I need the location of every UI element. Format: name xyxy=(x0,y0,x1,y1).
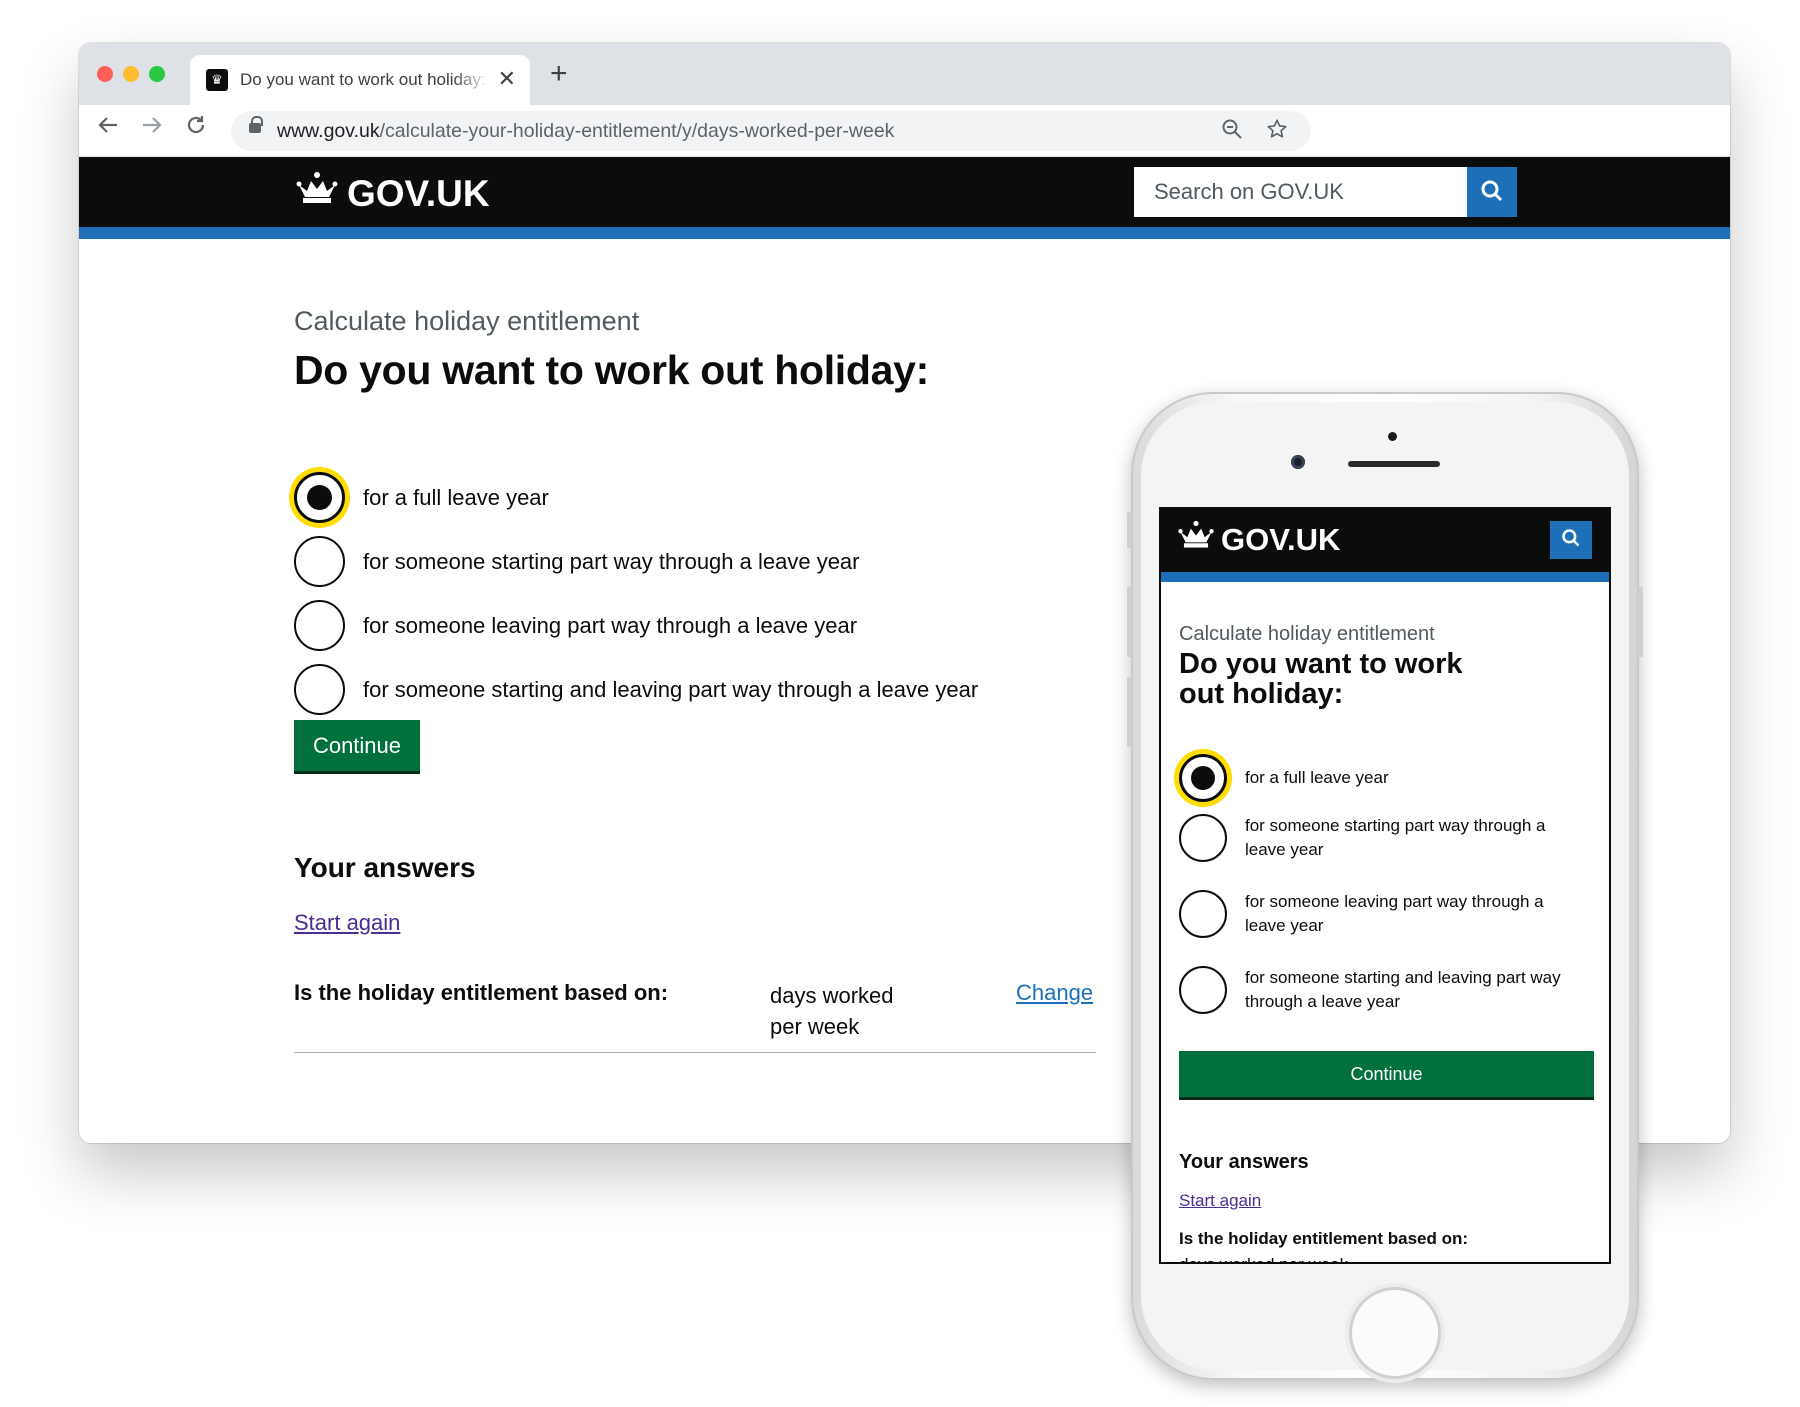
volume-up-button xyxy=(1127,587,1132,657)
radio-label[interactable]: for a full leave year xyxy=(363,485,549,511)
mobile-radio-option-starting[interactable]: for someone starting part way through a … xyxy=(1179,814,1575,862)
mute-switch xyxy=(1127,512,1132,548)
phone-screen: GOV.UK Calculate holiday entitlement Do … xyxy=(1159,507,1611,1264)
tab-title: Do you want to work out holiday: - Calcu… xyxy=(240,70,490,89)
crown-favicon-icon: ♛ xyxy=(206,69,228,91)
page-title: Do you want to work out holiday: xyxy=(294,347,929,393)
mobile-page-caption: Calculate holiday entitlement xyxy=(1179,623,1435,645)
new-tab-button[interactable]: + xyxy=(550,59,568,89)
page-caption: Calculate holiday entitlement xyxy=(294,306,640,336)
radio-button-checked[interactable] xyxy=(294,472,345,523)
mobile-govuk-header: GOV.UK xyxy=(1161,509,1609,572)
govuk-header: GOV.UK xyxy=(79,157,1730,227)
logo-text: GOV.UK xyxy=(1221,521,1341,557)
radio-label[interactable]: for someone leaving part way through a l… xyxy=(1245,890,1575,938)
radio-option-starting[interactable]: for someone starting part way through a … xyxy=(294,536,860,587)
radio-label[interactable]: for someone starting part way through a … xyxy=(1245,814,1575,862)
bookmark-star-icon[interactable] xyxy=(1266,118,1288,146)
radio-button[interactable] xyxy=(294,600,345,651)
mobile-search-toggle[interactable] xyxy=(1550,521,1592,559)
mobile-page-title: Do you want to work out holiday: xyxy=(1179,648,1463,710)
radio-label[interactable]: for someone starting and leaving part wa… xyxy=(1245,966,1575,1014)
mobile-continue-button[interactable]: Continue xyxy=(1179,1051,1594,1097)
mobile-govuk-logo-link[interactable]: GOV.UK xyxy=(1177,520,1340,559)
proximity-sensor xyxy=(1388,432,1397,441)
radio-button[interactable] xyxy=(1179,890,1227,938)
crown-icon xyxy=(1177,520,1215,559)
mobile-start-again-link[interactable]: Start again xyxy=(1179,1191,1261,1211)
radio-button[interactable] xyxy=(294,664,345,715)
site-search xyxy=(1134,167,1517,217)
mobile-summary-value: days worked per week xyxy=(1179,1255,1348,1262)
search-button[interactable] xyxy=(1467,167,1517,217)
browser-tab[interactable]: ♛ Do you want to work out holiday: - Cal… xyxy=(190,55,530,105)
radio-button-checked[interactable] xyxy=(1179,754,1227,802)
radio-label[interactable]: for someone leaving part way through a l… xyxy=(363,613,857,639)
browser-toolbar: www.gov.uk/calculate-your-holiday-entitl… xyxy=(79,105,1730,157)
mobile-radio-option-leaving[interactable]: for someone leaving part way through a l… xyxy=(1179,890,1575,938)
summary-divider xyxy=(294,1052,1096,1053)
tab-strip: ♛ Do you want to work out holiday: - Cal… xyxy=(79,43,1730,105)
mobile-header-blue-bar xyxy=(1161,572,1609,582)
search-input[interactable] xyxy=(1134,167,1467,217)
lock-icon xyxy=(249,116,263,133)
change-link[interactable]: Change xyxy=(1016,980,1093,1006)
mobile-radio-option-starting-and-leaving[interactable]: for someone starting and leaving part wa… xyxy=(1179,966,1575,1014)
power-button xyxy=(1638,587,1643,657)
volume-down-button xyxy=(1127,677,1132,747)
zoom-light-icon[interactable] xyxy=(149,66,165,82)
search-icon xyxy=(1480,179,1504,206)
crown-icon xyxy=(295,171,339,216)
radio-button[interactable] xyxy=(1179,966,1227,1014)
earpiece-speaker xyxy=(1348,461,1440,467)
start-again-link[interactable]: Start again xyxy=(294,910,400,936)
mobile-radio-option-full-year[interactable]: for a full leave year xyxy=(1179,754,1575,802)
govuk-logo-link[interactable]: GOV.UK xyxy=(295,171,490,216)
phone-mockup: GOV.UK Calculate holiday entitlement Do … xyxy=(1127,392,1643,1380)
address-bar[interactable]: www.gov.uk/calculate-your-holiday-entitl… xyxy=(231,111,1311,151)
radio-label[interactable]: for a full leave year xyxy=(1245,766,1575,790)
summary-value: days worked per week xyxy=(770,983,894,1039)
minimize-light-icon[interactable] xyxy=(123,66,139,82)
radio-option-starting-and-leaving[interactable]: for someone starting and leaving part wa… xyxy=(294,664,978,715)
home-button[interactable] xyxy=(1349,1287,1441,1379)
logo-text: GOV.UK xyxy=(347,172,490,214)
forward-arrow-icon[interactable] xyxy=(141,114,163,143)
search-icon xyxy=(1561,528,1581,553)
radio-option-full-year[interactable]: for a full leave year xyxy=(294,472,549,523)
radio-button[interactable] xyxy=(1179,814,1227,862)
close-light-icon[interactable] xyxy=(97,66,113,82)
mobile-your-answers-heading: Your answers xyxy=(1179,1151,1309,1173)
header-blue-bar xyxy=(79,227,1730,239)
radio-button[interactable] xyxy=(294,536,345,587)
radio-label[interactable]: for someone starting and leaving part wa… xyxy=(363,677,978,703)
continue-button[interactable]: Continue xyxy=(294,720,420,771)
radio-option-leaving[interactable]: for someone leaving part way through a l… xyxy=(294,600,857,651)
back-arrow-icon[interactable] xyxy=(97,114,119,143)
tab-close-icon[interactable]: ✕ xyxy=(498,66,516,92)
front-camera xyxy=(1291,455,1305,469)
radio-label[interactable]: for someone starting part way through a … xyxy=(363,549,860,575)
reload-icon[interactable] xyxy=(185,114,207,143)
your-answers-heading: Your answers xyxy=(294,852,476,883)
summary-key: Is the holiday entitlement based on: xyxy=(294,980,669,1005)
mobile-summary-key: Is the holiday entitlement based on: xyxy=(1179,1229,1469,1248)
url-text[interactable]: www.gov.uk/calculate-your-holiday-entitl… xyxy=(277,120,894,143)
zoom-out-icon[interactable] xyxy=(1221,118,1243,146)
